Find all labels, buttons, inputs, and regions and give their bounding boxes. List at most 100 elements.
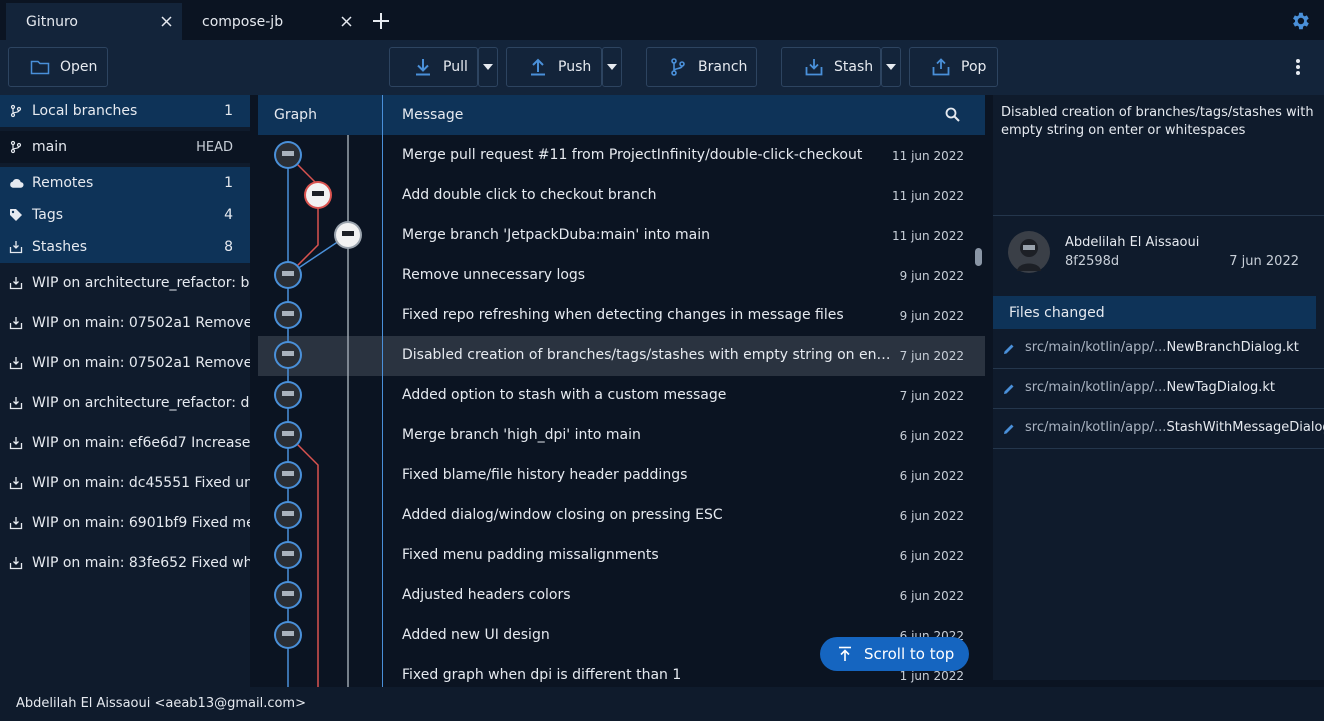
- commit-date: 9 jun 2022: [899, 269, 964, 283]
- commit-message: Added new UI design: [402, 627, 550, 643]
- commit-date: 7 jun 2022: [1229, 254, 1299, 269]
- chevron-down-icon: [483, 64, 493, 70]
- file-item[interactable]: src/main/kotlin/app/...NewBranchDialog.k…: [993, 329, 1324, 369]
- push-options-button[interactable]: [602, 47, 622, 87]
- avatar-visor: [312, 191, 324, 196]
- search-icon[interactable]: [944, 106, 962, 124]
- sidebar-item-branch-main[interactable]: main HEAD: [0, 131, 250, 163]
- sidebar-item-stash[interactable]: WIP on architecture_refactor: d57: [0, 383, 250, 423]
- author-name: Abdelilah El Aissaoui: [1065, 235, 1200, 250]
- push-label: Push: [558, 59, 592, 75]
- file-dir: src/main/kotlin/app/...: [1025, 340, 1167, 355]
- stash-label: WIP on architecture_refactor: d57: [32, 395, 250, 411]
- pop-button[interactable]: Pop: [909, 47, 998, 87]
- push-button[interactable]: Push: [506, 47, 602, 87]
- commit-message: Fixed repo refreshing when detecting cha…: [402, 307, 844, 323]
- scroll-to-top-button[interactable]: Scroll to top: [820, 637, 969, 671]
- stash-label: WIP on main: 6901bf9 Fixed menu: [32, 515, 250, 531]
- avatar-visor: [282, 551, 294, 556]
- add-tab-icon[interactable]: [371, 11, 391, 31]
- file-dir: src/main/kotlin/app/...: [1025, 420, 1167, 435]
- stash-icon: [9, 436, 23, 450]
- stash-icon: [9, 356, 23, 370]
- file-item[interactable]: src/main/kotlin/app/...NewTagDialog.kt: [993, 369, 1324, 409]
- sidebar-item-stash[interactable]: WIP on main: 6901bf9 Fixed menu: [0, 503, 250, 543]
- folder-icon: [30, 57, 50, 77]
- commit-date: 7 jun 2022: [899, 389, 964, 403]
- sidebar-item-stash[interactable]: WIP on main: 83fe652 Fixed white: [0, 543, 250, 583]
- commit-message: Added dialog/window closing on pressing …: [402, 507, 723, 523]
- open-button[interactable]: Open: [8, 47, 108, 87]
- count-badge: 1: [224, 175, 233, 191]
- sidebar-tags[interactable]: Tags 4: [0, 199, 250, 231]
- file-path: src/main/kotlin/app/...NewBranchDialog.k…: [1025, 340, 1299, 355]
- commit-date: 11 jun 2022: [892, 149, 964, 163]
- sidebar-item-label: Tags: [32, 207, 63, 223]
- chevron-down-icon: [886, 64, 896, 70]
- pop-icon: [931, 57, 951, 77]
- count-badge: 4: [224, 207, 233, 223]
- cloud-icon: [9, 176, 24, 190]
- sidebar-item-stash[interactable]: WIP on main: 07502a1 Removed b: [0, 343, 250, 383]
- branch-icon: [9, 140, 23, 154]
- stash-label: WIP on architecture_refactor: b9b: [32, 275, 250, 291]
- branch-name: main: [32, 139, 67, 155]
- sidebar-item-stash[interactable]: WIP on main: dc45551 Fixed unco: [0, 463, 250, 503]
- tab-label: Gitnuro: [26, 13, 78, 30]
- message-header-label: Message: [402, 107, 464, 123]
- tab-compose-jb[interactable]: compose-jb: [182, 3, 362, 40]
- log-header: Graph Message: [258, 95, 985, 135]
- commit-date: 6 jun 2022: [899, 549, 964, 563]
- count-badge: 1: [224, 103, 233, 119]
- branch-icon: [9, 104, 23, 118]
- stash-label: WIP on main: 07502a1 Removed b: [32, 355, 250, 371]
- gear-icon[interactable]: [1289, 10, 1311, 32]
- sidebar: Local branches 1 main HEAD Remotes 1 Tag…: [0, 95, 250, 687]
- file-item[interactable]: src/main/kotlin/app/...StashWithMessageD…: [993, 409, 1324, 449]
- close-icon[interactable]: [158, 13, 174, 29]
- pull-label: Pull: [443, 59, 468, 75]
- commit-message: Added option to stash with a custom mess…: [402, 387, 727, 403]
- avatar-visor: [282, 271, 294, 276]
- avatar-visor: [282, 591, 294, 596]
- stash-icon: [9, 240, 23, 254]
- more-vert-icon[interactable]: [1289, 55, 1307, 79]
- avatar-visor: [282, 311, 294, 316]
- sidebar-item-stash[interactable]: WIP on main: ef6e6d7 Increased v: [0, 423, 250, 463]
- stash-icon: [9, 316, 23, 330]
- sidebar-local-branches[interactable]: Local branches 1: [0, 95, 250, 127]
- avatar-visor: [282, 431, 294, 436]
- branch-icon: [668, 57, 688, 77]
- branch-button[interactable]: Branch: [646, 47, 757, 87]
- sidebar-remotes[interactable]: Remotes 1: [0, 167, 250, 199]
- stash-label: WIP on main: ef6e6d7 Increased v: [32, 435, 250, 451]
- tab-label: compose-jb: [202, 13, 284, 30]
- stash-options-button[interactable]: [881, 47, 901, 87]
- count-badge: 8: [224, 239, 233, 255]
- commit-date: 1 jun 2022: [899, 669, 964, 683]
- stash-button[interactable]: Stash: [781, 47, 881, 87]
- tab-bar: Gitnuro compose-jb: [0, 0, 1324, 40]
- tag-icon: [9, 208, 23, 222]
- close-icon[interactable]: [338, 13, 354, 29]
- commit-date: 6 jun 2022: [899, 589, 964, 603]
- scrollbar[interactable]: [975, 248, 982, 266]
- sidebar-item-stash[interactable]: WIP on main: 07502a1 Removed b: [0, 303, 250, 343]
- commit-message: Fixed menu padding missalignments: [402, 547, 659, 563]
- sidebar-item-label: Stashes: [32, 239, 88, 255]
- sidebar-item-stash[interactable]: WIP on architecture_refactor: b9b: [0, 263, 250, 303]
- stash-icon: [9, 516, 23, 530]
- commit-message: Merge pull request #11 from ProjectInfin…: [402, 147, 863, 163]
- branch-label: Branch: [698, 59, 748, 75]
- tab-gitnuro[interactable]: Gitnuro: [6, 3, 182, 40]
- pull-button[interactable]: Pull: [389, 47, 478, 87]
- file-name: StashWithMessageDialog.kt: [1166, 420, 1324, 435]
- pull-options-button[interactable]: [478, 47, 498, 87]
- stash-label: WIP on main: dc45551 Fixed unco: [32, 475, 250, 491]
- commit-date: 7 jun 2022: [899, 349, 964, 363]
- avatar-visor: [282, 631, 294, 636]
- sidebar-stashes[interactable]: Stashes 8: [0, 231, 250, 263]
- avatar: [1008, 231, 1050, 273]
- upload-icon: [528, 57, 548, 77]
- edit-icon: [1002, 382, 1016, 396]
